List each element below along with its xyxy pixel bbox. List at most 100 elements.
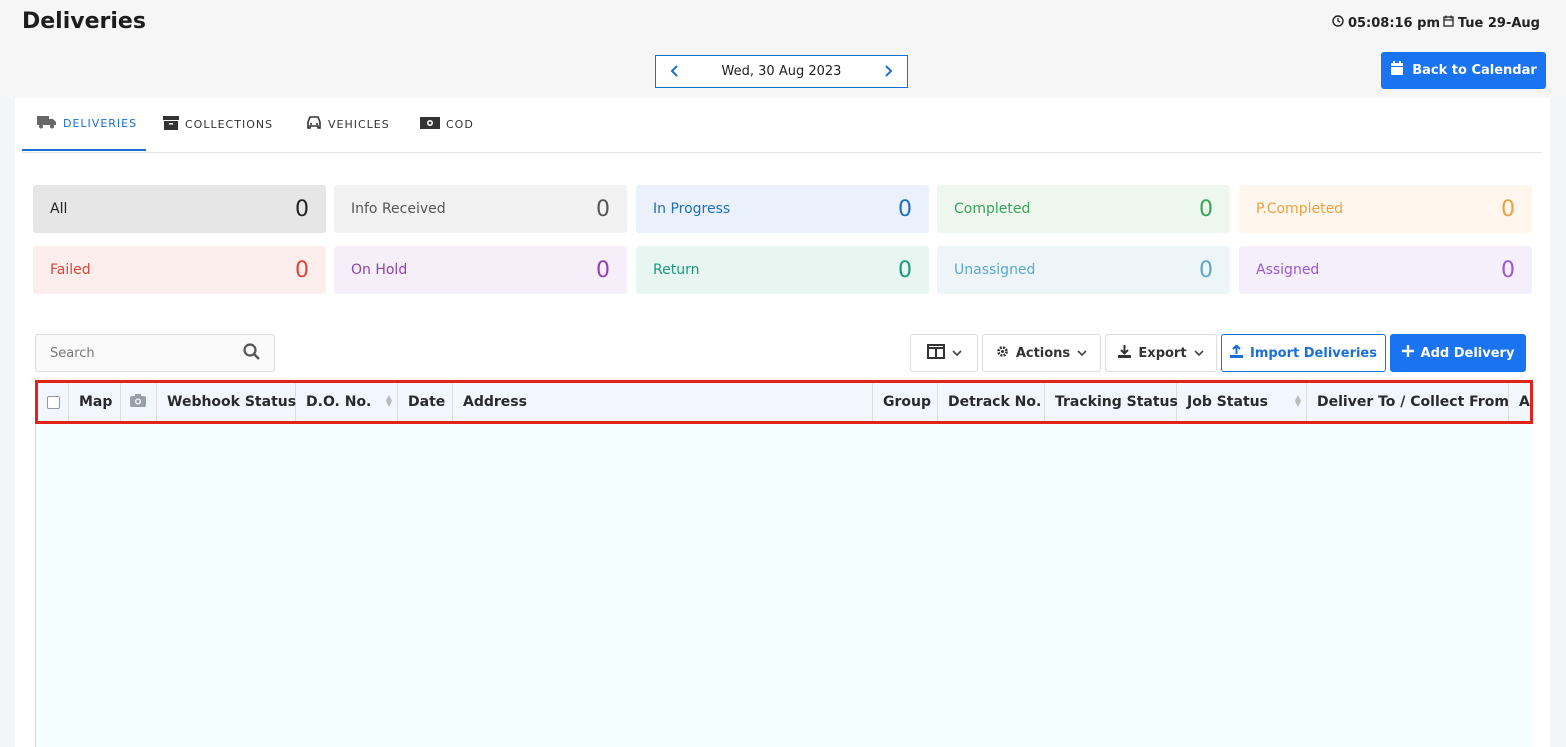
sort-icon[interactable]: ▲ ▼ <box>1295 394 1301 408</box>
status-tile-label: Assigned <box>1256 262 1320 278</box>
back-to-calendar-button[interactable]: Back to Calendar <box>1381 52 1546 89</box>
gear-icon <box>996 345 1009 362</box>
next-date-button[interactable] <box>871 63 907 81</box>
archive-icon <box>163 116 179 133</box>
tab-deliveries[interactable]: DELIVERIES <box>22 98 146 151</box>
back-to-calendar-label: Back to Calendar <box>1412 63 1537 78</box>
status-tile-count: 0 <box>596 257 610 283</box>
download-icon <box>1118 344 1132 362</box>
car-icon <box>306 116 322 133</box>
column-address[interactable]: Address <box>453 383 873 421</box>
actions-label: Actions <box>1015 345 1071 361</box>
status-tile-count: 0 <box>1501 257 1515 283</box>
status-tile-in-progress[interactable]: In Progress 0 <box>636 185 929 233</box>
status-tile-count: 0 <box>1501 196 1515 222</box>
current-time: 05:08:16 pm <box>1347 15 1440 31</box>
status-tile-on-hold[interactable]: On Hold 0 <box>334 246 627 294</box>
chevron-down-icon <box>951 346 962 361</box>
current-date-text: Tue 29-Aug <box>1457 15 1540 31</box>
tab-deliveries-label: DELIVERIES <box>63 117 138 130</box>
status-tile-assigned[interactable]: Assigned 0 <box>1239 246 1532 294</box>
status-tile-count: 0 <box>898 196 912 222</box>
import-deliveries-button[interactable]: Import Deliveries <box>1221 334 1386 372</box>
camera-icon <box>130 393 146 411</box>
status-tile-count: 0 <box>295 257 309 283</box>
tab-cod[interactable]: COD <box>420 98 474 151</box>
clock-icon <box>1332 15 1344 31</box>
page-title: Deliveries <box>22 9 146 34</box>
tab-vehicles[interactable]: VEHICLES <box>306 98 390 151</box>
column-deliver-to[interactable]: Deliver To / Collect From <box>1307 383 1509 421</box>
actions-button[interactable]: Actions <box>982 334 1101 372</box>
column-job-status[interactable]: Job Status ▲ ▼ <box>1177 383 1307 421</box>
status-tile-label: In Progress <box>653 201 731 217</box>
tab-collections-label: COLLECTIONS <box>185 118 274 131</box>
table-body <box>35 424 1533 747</box>
status-tile-count: 0 <box>1199 196 1213 222</box>
chevron-right-icon <box>885 64 893 77</box>
add-delivery-label: Add Delivery <box>1420 345 1515 361</box>
money-icon <box>420 117 440 132</box>
column-webhook-status[interactable]: Webhook Status <box>157 383 296 421</box>
column-detrack-no[interactable]: Detrack No. <box>938 383 1045 421</box>
status-tile-label: P.Completed <box>1256 201 1344 217</box>
export-label: Export <box>1138 345 1187 361</box>
status-tile-unassigned[interactable]: Unassigned 0 <box>937 246 1230 294</box>
status-tile-info-received[interactable]: Info Received 0 <box>334 185 627 233</box>
search-input[interactable]: Search <box>50 346 95 361</box>
import-deliveries-label: Import Deliveries <box>1249 345 1377 361</box>
date-navigator: Wed, 30 Aug 2023 <box>655 55 908 88</box>
table-header: Map Webhook Status D.O. No. ▲ ▼ Date Addr… <box>35 380 1533 424</box>
status-tile-label: All <box>50 201 68 217</box>
status-tile-p-completed[interactable]: P.Completed 0 <box>1239 185 1532 233</box>
column-do-no-label: D.O. No. <box>306 394 372 410</box>
select-all-checkbox[interactable] <box>47 395 60 409</box>
add-delivery-button[interactable]: Add Delivery <box>1390 334 1526 372</box>
search-box[interactable]: Search <box>35 334 275 372</box>
column-tracking-status[interactable]: Tracking Status <box>1045 383 1178 421</box>
status-tile-failed[interactable]: Failed 0 <box>33 246 326 294</box>
status-tile-count: 0 <box>596 196 610 222</box>
chevron-down-icon <box>1193 346 1204 361</box>
column-photo[interactable] <box>121 383 157 421</box>
status-tile-label: Completed <box>954 201 1031 217</box>
plus-icon <box>1401 345 1414 361</box>
columns-icon <box>926 343 945 363</box>
export-button[interactable]: Export <box>1105 334 1217 372</box>
current-date: Tue 29-Aug <box>1443 15 1540 31</box>
column-job-status-label: Job Status <box>1187 394 1268 410</box>
column-map[interactable]: Map <box>69 383 121 421</box>
status-tile-count: 0 <box>1199 257 1213 283</box>
upload-icon <box>1229 343 1243 362</box>
main-card: DELIVERIES COLLECTIONS VEHICLES COD All 0… <box>15 98 1550 747</box>
clock: 05:08:16 pm <box>1332 15 1440 31</box>
chevron-left-icon <box>670 64 678 77</box>
prev-date-button[interactable] <box>656 63 692 81</box>
status-tile-label: On Hold <box>351 262 408 278</box>
sort-icon[interactable]: ▲ ▼ <box>386 394 392 408</box>
tab-vehicles-label: VEHICLES <box>328 118 390 131</box>
status-tile-count: 0 <box>898 257 912 283</box>
calendar-icon <box>1390 61 1404 80</box>
status-tile-count: 0 <box>295 196 309 222</box>
status-tile-all[interactable]: All 0 <box>33 185 326 233</box>
truck-icon <box>37 115 57 132</box>
status-tile-return[interactable]: Return 0 <box>636 246 929 294</box>
search-icon[interactable] <box>243 342 260 364</box>
status-tile-label: Return <box>653 262 700 278</box>
column-a[interactable]: A <box>1509 383 1530 421</box>
status-tile-completed[interactable]: Completed 0 <box>937 185 1230 233</box>
select-all-cell <box>38 383 69 421</box>
tab-cod-label: COD <box>446 118 474 131</box>
status-tile-label: Unassigned <box>954 262 1036 278</box>
tab-bar: DELIVERIES COLLECTIONS VEHICLES COD <box>22 98 1542 153</box>
chevron-down-icon <box>1077 346 1087 361</box>
calendar-icon <box>1443 15 1454 31</box>
column-do-no[interactable]: D.O. No. ▲ ▼ <box>296 383 398 421</box>
selected-date: Wed, 30 Aug 2023 <box>721 64 842 79</box>
column-group[interactable]: Group <box>873 383 938 421</box>
column-toggle-button[interactable] <box>910 334 978 372</box>
column-date[interactable]: Date <box>398 383 453 421</box>
tab-collections[interactable]: COLLECTIONS <box>163 98 273 151</box>
status-tile-label: Info Received <box>351 201 446 217</box>
